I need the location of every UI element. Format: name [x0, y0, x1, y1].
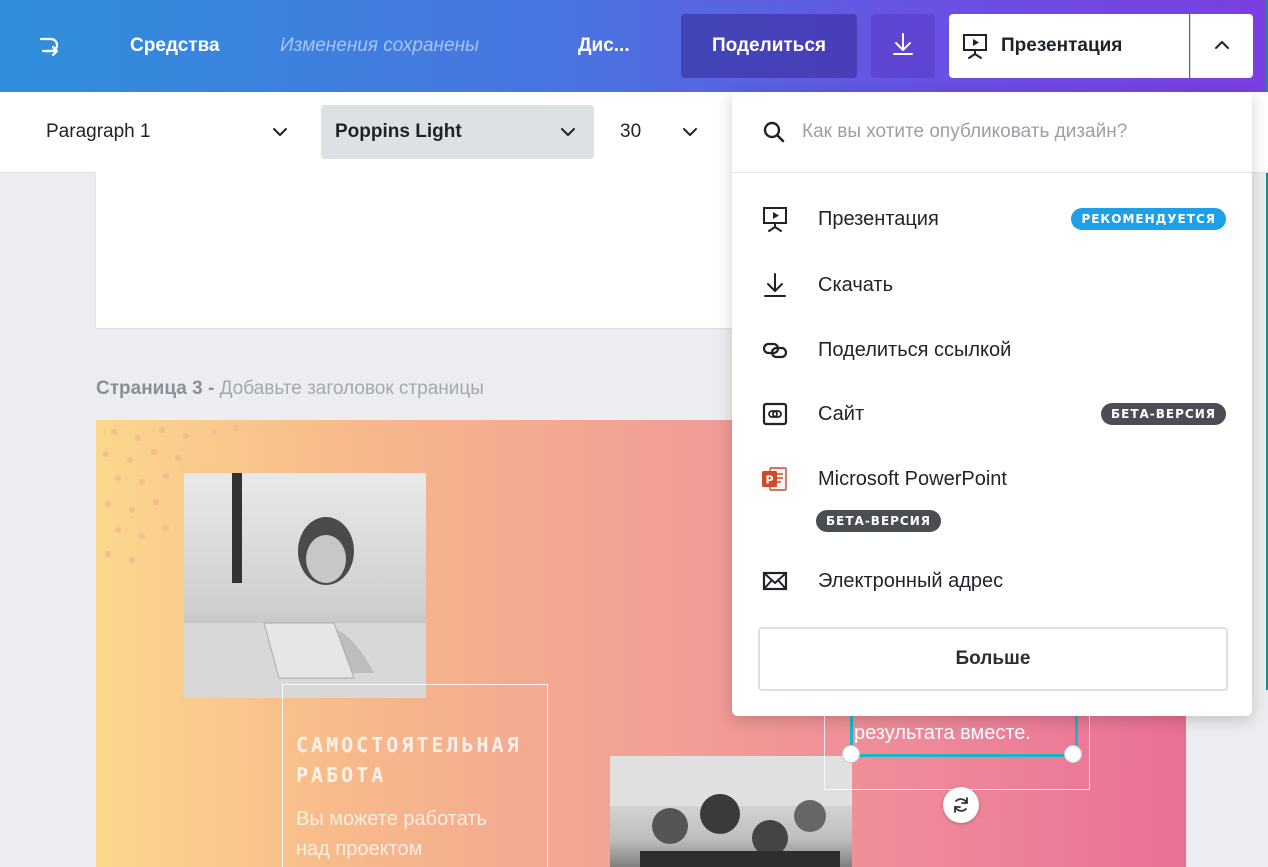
rotate-icon[interactable] — [943, 787, 979, 823]
powerpoint-icon: P — [760, 464, 790, 494]
slide-body-line-2: над проектом — [296, 838, 423, 860]
slide-heading-line-2: РАБОТА — [296, 763, 387, 787]
beta-badge: БЕТА-ВЕРСИЯ — [1100, 403, 1226, 425]
redo-arrow-icon[interactable] — [30, 0, 70, 92]
link-icon — [760, 335, 790, 365]
font-family-value: Poppins Light — [335, 121, 462, 142]
menu-item-label: Презентация — [818, 207, 939, 230]
menu-item-label: Сайт — [818, 402, 865, 425]
recommended-badge: РЕКОМЕНДУЕТСЯ — [1071, 208, 1226, 230]
beta-badge: БЕТА-ВЕРСИЯ — [816, 510, 942, 532]
slide-body-line-1: Вы можете работать — [296, 808, 487, 830]
publish-menu: Презентация РЕКОМЕНДУЕТСЯ Скачать Подели… — [732, 92, 1252, 716]
font-family-select[interactable]: Poppins Light — [321, 105, 594, 159]
download-button[interactable] — [871, 14, 935, 78]
download-icon — [890, 31, 916, 62]
slide-heading[interactable]: САМОСТОЯТЕЛЬНАЯ РАБОТА — [296, 730, 522, 790]
present-button-label: Презентация — [1001, 35, 1123, 56]
top-bar: Средства Изменения сохранены Дис... Поде… — [0, 0, 1268, 92]
menu-item-label: Поделиться ссылкой — [818, 338, 1012, 361]
download-icon — [760, 270, 790, 300]
page-title-placeholder[interactable]: Добавьте заголовок страницы — [220, 378, 484, 399]
selection-outline — [850, 710, 1078, 757]
page-3-label: Страница 3 - Добавьте заголовок страницы — [96, 378, 484, 400]
chevron-up-icon — [1214, 37, 1230, 55]
menu-item-share-link[interactable]: Поделиться ссылкой — [732, 325, 1252, 375]
slide-body-text[interactable]: Вы можете работать над проектом — [296, 804, 487, 864]
tools-menu[interactable]: Средства — [130, 0, 220, 92]
publish-menu-toggle[interactable] — [1190, 14, 1253, 78]
team-photo[interactable] — [610, 756, 852, 867]
menu-item-powerpoint[interactable]: P Microsoft PowerPoint — [732, 454, 1252, 504]
chevron-down-icon — [560, 121, 576, 143]
slide-heading-line-1: САМОСТОЯТЕЛЬНАЯ — [296, 733, 522, 757]
website-icon — [760, 399, 790, 429]
truncated-menu[interactable]: Дис... — [578, 0, 630, 92]
menu-item-email[interactable]: Электронный адрес — [732, 556, 1252, 606]
menu-item-label: Электронный адрес — [818, 569, 1004, 592]
font-size-value[interactable]: 30 — [620, 92, 641, 172]
publish-search-input[interactable] — [800, 120, 1224, 144]
resize-handle-right[interactable] — [1065, 746, 1081, 762]
publish-search — [732, 92, 1252, 173]
search-icon — [762, 120, 786, 144]
svg-text:P: P — [765, 474, 773, 487]
menu-item-label: Microsoft PowerPoint — [818, 467, 1007, 490]
menu-item-label: Скачать — [818, 273, 893, 296]
chevron-down-icon[interactable] — [682, 92, 698, 172]
page-number: Страница 3 - — [96, 378, 215, 399]
presentation-icon — [961, 32, 989, 60]
chevron-down-icon[interactable] — [272, 92, 288, 172]
woman-laptop-photo[interactable] — [184, 473, 426, 698]
menu-item-download[interactable]: Скачать — [732, 260, 1252, 310]
share-button[interactable]: Поделиться — [681, 14, 857, 78]
resize-handle-left[interactable] — [843, 746, 859, 762]
page-2-canvas[interactable] — [96, 172, 746, 328]
menu-item-present[interactable]: Презентация РЕКОМЕНДУЕТСЯ — [732, 194, 1252, 244]
more-button[interactable]: Больше — [758, 627, 1228, 691]
paragraph-style-select[interactable]: Paragraph 1 — [46, 92, 151, 172]
presentation-icon — [760, 204, 790, 234]
menu-item-website[interactable]: Сайт БЕТА-ВЕРСИЯ — [732, 389, 1252, 439]
present-button[interactable]: Презентация — [949, 14, 1189, 78]
save-status: Изменения сохранены — [280, 35, 480, 56]
email-icon — [760, 566, 790, 596]
